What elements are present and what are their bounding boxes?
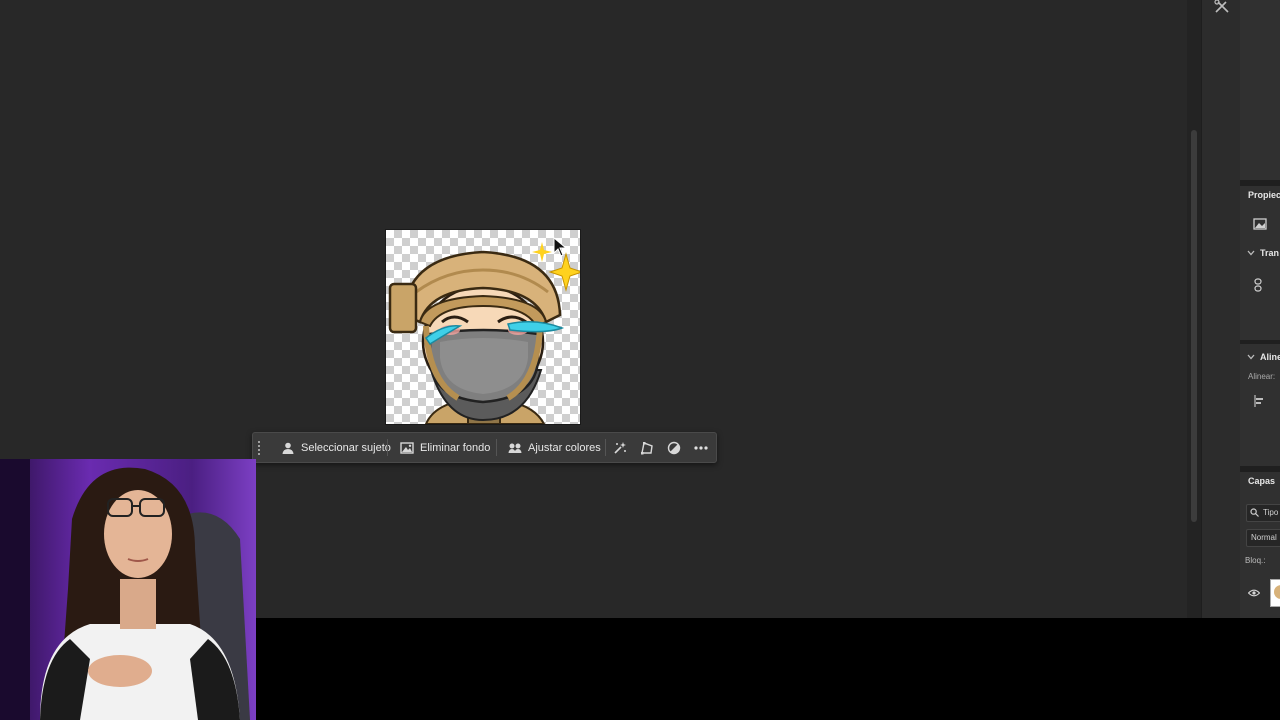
layer-filter-type: Tipo [1263,508,1279,517]
blend-mode-value: Normal [1251,533,1277,542]
half-circle-mask-icon [667,441,680,454]
panel-dock-strip [1201,0,1241,618]
panel-divider [1240,340,1280,344]
layer-filter-field[interactable]: Tipo [1246,504,1280,522]
image-icon [400,441,414,454]
chevron-down-icon[interactable] [1247,250,1255,256]
transform-section-title[interactable]: Tran [1260,248,1279,258]
presenter-video-image [0,459,256,720]
person-select-icon [282,442,294,454]
more-options-button[interactable] [690,437,711,458]
emote-artwork [388,242,580,424]
webcam-overlay [0,459,256,720]
pixel-layer-icon [1253,218,1267,230]
panel-divider [1240,466,1280,472]
search-icon [1250,508,1259,517]
divider [387,439,388,456]
right-panels: Propiec Tran Aline Alinear: Capas Tipo N… [1240,0,1280,618]
sparkle-select-icon [613,441,626,454]
perspective-transform-icon [640,441,653,454]
layer-thumbnail[interactable] [1270,579,1280,607]
select-subject-label: Seleccionar sujeto [301,441,391,454]
scrollbar-thumb[interactable] [1191,130,1197,522]
color-adjust-icon [508,443,522,453]
divider [496,439,497,456]
remove-background-label: Eliminar fondo [420,441,491,454]
transform-button[interactable] [636,437,657,458]
eye-icon[interactable] [1248,589,1260,597]
document-canvas[interactable] [386,230,580,424]
drag-handle-icon[interactable] [257,440,261,456]
magic-select-button[interactable] [609,437,630,458]
adjust-colors-button[interactable]: Ajustar colores [502,437,607,458]
properties-panel-title[interactable]: Propiec [1248,190,1280,200]
panel-divider [1240,180,1280,186]
align-section-title[interactable]: Aline [1260,352,1280,362]
layer-thumbnail-art [1274,585,1280,599]
select-subject-button[interactable]: Seleccionar sujeto [275,437,397,458]
mask-button[interactable] [663,437,684,458]
layers-panel-title[interactable]: Capas [1248,476,1275,486]
adjust-colors-label: Ajustar colores [528,441,601,454]
lock-label: Bloq.: [1245,556,1266,565]
align-left-icon[interactable] [1254,395,1264,407]
divider [605,439,606,456]
mouse-cursor-icon [553,237,567,257]
remove-background-button[interactable]: Eliminar fondo [394,437,496,458]
contextual-task-bar[interactable]: Seleccionar sujeto Eliminar fondo Ajusta… [252,432,717,463]
chevron-down-icon[interactable] [1247,354,1255,360]
link-icon[interactable] [1253,278,1263,292]
align-label: Alinear: [1248,372,1276,381]
blend-mode-select[interactable]: Normal [1246,529,1280,547]
ellipsis-icon [693,445,708,450]
tools-icon[interactable] [1214,0,1230,14]
